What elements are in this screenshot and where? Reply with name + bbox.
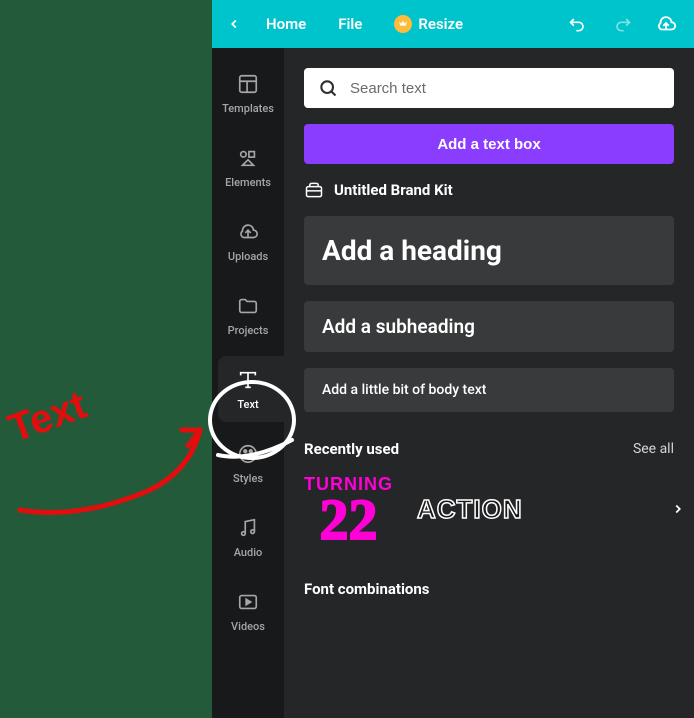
cloud-icon — [655, 13, 677, 35]
undo-icon — [568, 14, 588, 34]
projects-icon — [236, 294, 260, 318]
uploads-icon — [236, 220, 260, 244]
sidebar-item-elements[interactable]: Elements — [212, 130, 284, 204]
add-subheading-button[interactable]: Add a subheading — [304, 301, 674, 352]
sidebar-item-projects[interactable]: Projects — [212, 278, 284, 352]
text-icon — [236, 368, 260, 392]
subheading-label: Add a subheading — [322, 315, 475, 338]
template-text-22: 22 — [320, 495, 378, 544]
recently-used-title: Recently used — [304, 440, 399, 458]
sidebar-item-text[interactable]: Text — [212, 352, 284, 426]
sidebar-item-videos[interactable]: Videos — [212, 574, 284, 648]
nav-home[interactable]: Home — [252, 5, 320, 43]
heading-label: Add a heading — [322, 234, 502, 267]
sidebar-item-label: Projects — [228, 324, 269, 337]
text-panel: Add a text box Untitled Brand Kit Add a … — [284, 48, 694, 718]
sidebar-item-styles[interactable]: Styles — [212, 426, 284, 500]
undo-button[interactable] — [558, 6, 598, 42]
styles-icon — [236, 442, 260, 466]
redo-button[interactable] — [602, 6, 642, 42]
template-text-action: ACTION — [417, 494, 523, 525]
add-body-text-button[interactable]: Add a little bit of body text — [304, 368, 674, 412]
chevron-left-icon — [227, 17, 241, 31]
add-text-box-label: Add a text box — [437, 136, 540, 153]
sidebar-item-label: Templates — [222, 102, 274, 115]
sidebar-item-label: Text — [237, 398, 258, 411]
nav-resize-label: Resize — [418, 15, 463, 33]
see-all-link[interactable]: See all — [633, 441, 674, 457]
add-text-box-button[interactable]: Add a text box — [304, 124, 674, 164]
sidebar-item-label: Styles — [233, 472, 263, 485]
nav-file[interactable]: File — [324, 5, 376, 43]
app-area: Home File Resize — [212, 0, 694, 718]
videos-icon — [236, 590, 260, 614]
redo-icon — [612, 14, 632, 34]
sidebar-item-label: Elements — [225, 176, 271, 189]
search-icon — [318, 78, 338, 98]
handwritten-label: Text — [3, 383, 93, 452]
sidebar-item-uploads[interactable]: Uploads — [212, 204, 284, 278]
sidebar-item-templates[interactable]: Templates — [212, 56, 284, 130]
nav-home-label: Home — [266, 15, 306, 33]
cloud-save-button[interactable] — [646, 6, 686, 42]
recently-used-row: TURNING 22 ACTION — [304, 474, 674, 544]
sidebar-item-label: Uploads — [228, 250, 268, 263]
template-turning-22[interactable]: TURNING 22 — [304, 474, 393, 544]
topbar: Home File Resize — [212, 0, 694, 48]
brand-kit-icon — [304, 180, 324, 200]
sidebar-item-audio[interactable]: Audio — [212, 500, 284, 574]
crown-icon — [394, 15, 412, 33]
font-combinations-title: Font combinations — [304, 580, 674, 598]
body-label: Add a little bit of body text — [322, 382, 486, 398]
add-heading-button[interactable]: Add a heading — [304, 216, 674, 285]
search-input[interactable] — [350, 80, 660, 97]
annotation-area: Text — [0, 0, 212, 718]
elements-icon — [236, 146, 260, 170]
scroll-right-button[interactable] — [668, 491, 688, 527]
sidebar: Templates Elements Uploads — [212, 48, 284, 718]
sidebar-item-label: Audio — [234, 546, 263, 559]
templates-icon — [236, 72, 260, 96]
brand-kit-header[interactable]: Untitled Brand Kit — [304, 180, 674, 200]
audio-icon — [236, 516, 260, 540]
recently-used-header: Recently used See all — [304, 440, 674, 458]
search-box[interactable] — [304, 68, 674, 108]
nav-file-label: File — [338, 15, 362, 33]
sidebar-item-label: Videos — [231, 620, 265, 633]
back-button[interactable] — [220, 10, 248, 38]
template-action[interactable]: ACTION — [417, 494, 523, 525]
brand-kit-label: Untitled Brand Kit — [334, 181, 453, 199]
chevron-right-icon — [671, 502, 685, 516]
nav-resize[interactable]: Resize — [380, 5, 477, 43]
